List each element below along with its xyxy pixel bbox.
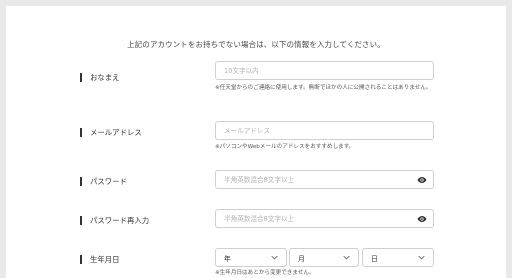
chevron-down-icon [418,255,425,260]
birth-month-select[interactable]: 月 [289,248,359,267]
eye-icon[interactable] [417,176,427,184]
label-bar [80,216,82,225]
password-confirm-label: パスワード再入力 [90,216,150,225]
birth-day-value: 日 [371,254,378,263]
name-input[interactable] [224,66,433,75]
email-note: ※パソコンやWebメールのアドレスをおすすめします。 [215,144,355,150]
intro-text: 上記のアカウントをお持ちでない場合は、以下の情報を入力してください。 [127,40,385,49]
birthday-label-row: 生年月日 [80,254,120,265]
label-bar [80,177,82,186]
birthday-note: ※生年月日はあとから変更できません。 [215,270,315,276]
password-label: パスワード [90,177,127,186]
label-bar [80,128,82,137]
eye-icon[interactable] [417,215,427,223]
email-input[interactable] [224,126,433,135]
email-label: メールアドレス [90,128,142,137]
name-field[interactable] [215,61,434,80]
password-confirm-label-row: パスワード再入力 [80,215,149,226]
email-label-row: メールアドレス [80,127,142,138]
email-field[interactable] [215,121,434,140]
name-label: おなまえ [90,73,120,82]
label-bar [80,73,82,82]
birthday-label: 生年月日 [90,255,120,264]
password-label-row: パスワード [80,176,127,187]
password-confirm-input[interactable] [224,214,433,223]
password-confirm-field[interactable] [215,209,434,228]
birth-year-value: 年 [224,254,231,263]
chevron-down-icon [343,255,350,260]
registration-card: 上記のアカウントをお持ちでない場合は、以下の情報を入力してください。 おなまえ … [6,6,506,278]
birth-day-select[interactable]: 日 [362,248,434,267]
birth-year-select[interactable]: 年 [215,248,287,267]
name-label-row: おなまえ [80,72,120,83]
birth-month-value: 月 [298,254,305,263]
label-bar [80,255,82,264]
chevron-down-icon [271,255,278,260]
name-note: ※任天堂からのご連絡に使用します。無断でほかの人に公開されることはありません。 [215,85,432,91]
password-input[interactable] [224,175,433,184]
password-field[interactable] [215,170,434,189]
